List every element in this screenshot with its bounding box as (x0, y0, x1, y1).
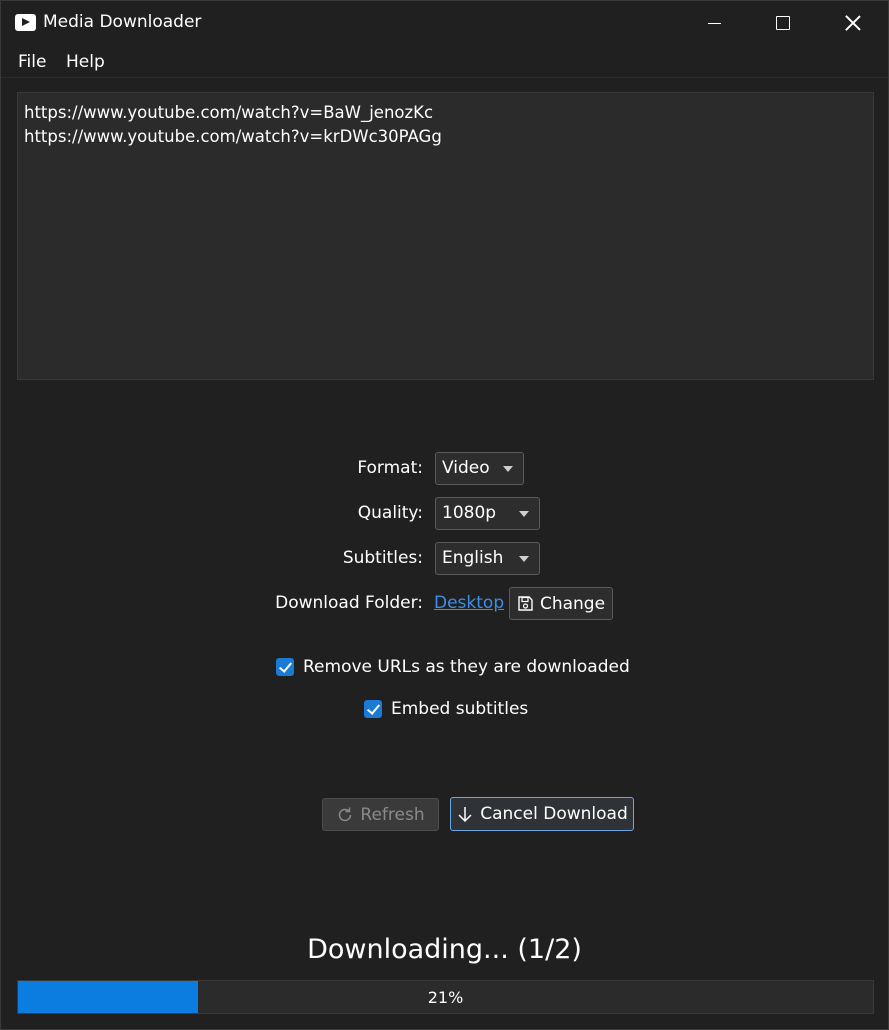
minimize-icon (707, 22, 721, 24)
folder-save-icon (518, 596, 533, 611)
format-label: Format: (357, 458, 423, 478)
refresh-button[interactable]: Refresh (322, 798, 439, 831)
url-line: https://www.youtube.com/watch?v=BaW_jeno… (24, 103, 434, 122)
subtitles-value: English (442, 548, 504, 568)
download-status: Downloading... (1/2) (307, 934, 582, 965)
embed-subtitles-checkbox[interactable]: Embed subtitles (364, 699, 528, 719)
close-button[interactable] (818, 1, 888, 45)
cancel-download-button[interactable]: Cancel Download (450, 797, 634, 831)
menu-divider (1, 77, 888, 78)
remove-urls-label: Remove URLs as they are downloaded (303, 657, 630, 677)
subtitles-select[interactable]: English (435, 542, 540, 575)
change-button-label: Change (539, 593, 606, 614)
chevron-down-icon (519, 556, 529, 562)
arrow-down-icon (458, 807, 472, 823)
url-textarea[interactable]: https://www.youtube.com/watch?v=BaW_jeno… (17, 92, 874, 380)
chevron-down-icon (519, 511, 529, 517)
subtitles-label: Subtitles: (342, 548, 423, 568)
progress-percent: 21% (427, 987, 464, 1007)
window-title: Media Downloader (43, 12, 202, 32)
maximize-icon (776, 16, 790, 30)
remove-urls-checkbox[interactable]: Remove URLs as they are downloaded (276, 657, 630, 677)
maximize-button[interactable] (748, 1, 818, 45)
menu-bar: File Help (1, 45, 888, 79)
refresh-icon (339, 807, 352, 821)
change-folder-button[interactable]: Change (509, 587, 613, 620)
download-progress-bar: 21% (17, 980, 874, 1014)
embed-subtitles-label: Embed subtitles (391, 699, 529, 719)
youtube-play-icon (15, 14, 36, 31)
close-icon (845, 15, 861, 31)
checkbox-checked-icon[interactable] (276, 658, 294, 676)
format-value: Video (442, 458, 490, 478)
quality-select[interactable]: 1080p (435, 497, 540, 530)
download-folder-label: Download Folder: (275, 593, 423, 613)
quality-value: 1080p (442, 503, 497, 523)
menu-file[interactable]: File (18, 52, 46, 72)
url-line: https://www.youtube.com/watch?v=krDWc30P… (24, 127, 442, 146)
download-folder-link[interactable]: Desktop (434, 593, 504, 613)
title-bar[interactable]: Media Downloader (1, 1, 888, 45)
menu-help[interactable]: Help (66, 52, 105, 72)
format-select[interactable]: Video (435, 452, 524, 485)
app-window: Media Downloader File Help https://www.y… (0, 0, 889, 1030)
minimize-button[interactable] (679, 1, 749, 45)
refresh-label: Refresh (360, 804, 425, 825)
checkbox-checked-icon[interactable] (364, 700, 382, 718)
quality-label: Quality: (357, 503, 423, 523)
cancel-download-label: Cancel Download (480, 804, 628, 824)
chevron-down-icon (503, 466, 513, 472)
